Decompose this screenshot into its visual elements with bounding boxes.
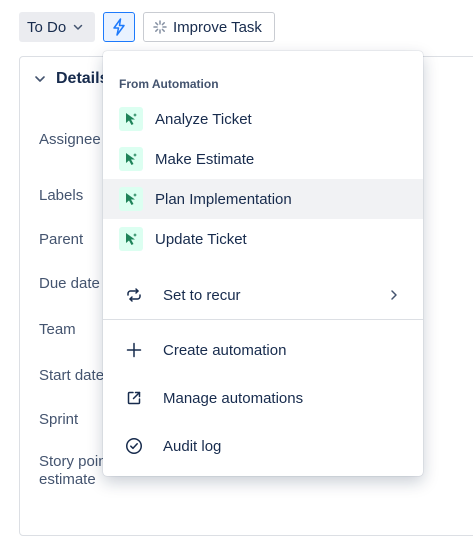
external-link-icon bbox=[125, 389, 143, 407]
menu-item-analyze-ticket[interactable]: Analyze Ticket bbox=[103, 99, 423, 139]
menu-item-label: Make Estimate bbox=[155, 150, 255, 168]
chevron-down-icon bbox=[33, 72, 47, 86]
improve-task-label: Improve Task bbox=[173, 18, 262, 36]
menu-item-label: Set to recur bbox=[163, 286, 241, 304]
field-label-start-date: Start date bbox=[39, 367, 105, 384]
menu-item-audit-log[interactable]: Audit log bbox=[103, 426, 423, 466]
automation-button[interactable] bbox=[103, 12, 135, 42]
chevron-down-icon bbox=[72, 21, 84, 33]
improve-task-button[interactable]: Improve Task bbox=[143, 12, 275, 42]
details-toggle[interactable]: Details bbox=[33, 70, 108, 88]
field-label-labels: Labels bbox=[39, 187, 84, 204]
recur-icon bbox=[125, 286, 143, 304]
chevron-right-icon bbox=[387, 288, 401, 302]
menu-item-create-automation[interactable]: Create automation bbox=[103, 330, 423, 370]
automation-cursor-icon bbox=[119, 147, 143, 171]
status-dropdown-button[interactable]: To Do bbox=[19, 12, 95, 42]
field-label-parent: Parent bbox=[39, 231, 84, 248]
lightning-icon bbox=[111, 18, 127, 36]
menu-item-label: Analyze Ticket bbox=[155, 110, 252, 128]
menu-section-title: From Automation bbox=[119, 77, 219, 91]
field-label-story-point: Story point bbox=[39, 453, 111, 470]
field-label-assignee: Assignee bbox=[39, 131, 101, 148]
menu-item-label: Plan Implementation bbox=[155, 190, 292, 208]
menu-item-label: Update Ticket bbox=[155, 230, 247, 248]
menu-item-manage-automations[interactable]: Manage automations bbox=[103, 378, 423, 418]
menu-item-make-estimate[interactable]: Make Estimate bbox=[103, 139, 423, 179]
plus-icon bbox=[125, 341, 143, 359]
menu-item-label: Create automation bbox=[163, 341, 287, 359]
menu-item-plan-implementation[interactable]: Plan Implementation bbox=[103, 179, 423, 219]
menu-item-update-ticket[interactable]: Update Ticket bbox=[103, 219, 423, 259]
automation-menu: From Automation Analyze Ticket Make Esti… bbox=[103, 51, 423, 476]
menu-item-set-to-recur[interactable]: Set to recur bbox=[103, 275, 423, 315]
menu-item-label: Audit log bbox=[163, 437, 222, 455]
status-label: To Do bbox=[27, 18, 67, 36]
menu-item-label: Manage automations bbox=[163, 389, 304, 407]
menu-divider bbox=[103, 319, 423, 320]
automation-cursor-icon bbox=[119, 107, 143, 131]
field-label-due-date: Due date bbox=[39, 275, 100, 292]
automation-cursor-icon bbox=[119, 227, 143, 251]
field-label-sprint: Sprint bbox=[39, 411, 79, 428]
check-circle-icon bbox=[125, 437, 143, 455]
automation-cursor-icon bbox=[119, 187, 143, 211]
field-label-team: Team bbox=[39, 321, 76, 338]
field-label-estimate: estimate bbox=[39, 471, 96, 488]
sparkle-icon bbox=[153, 20, 167, 34]
details-title: Details bbox=[56, 70, 109, 87]
